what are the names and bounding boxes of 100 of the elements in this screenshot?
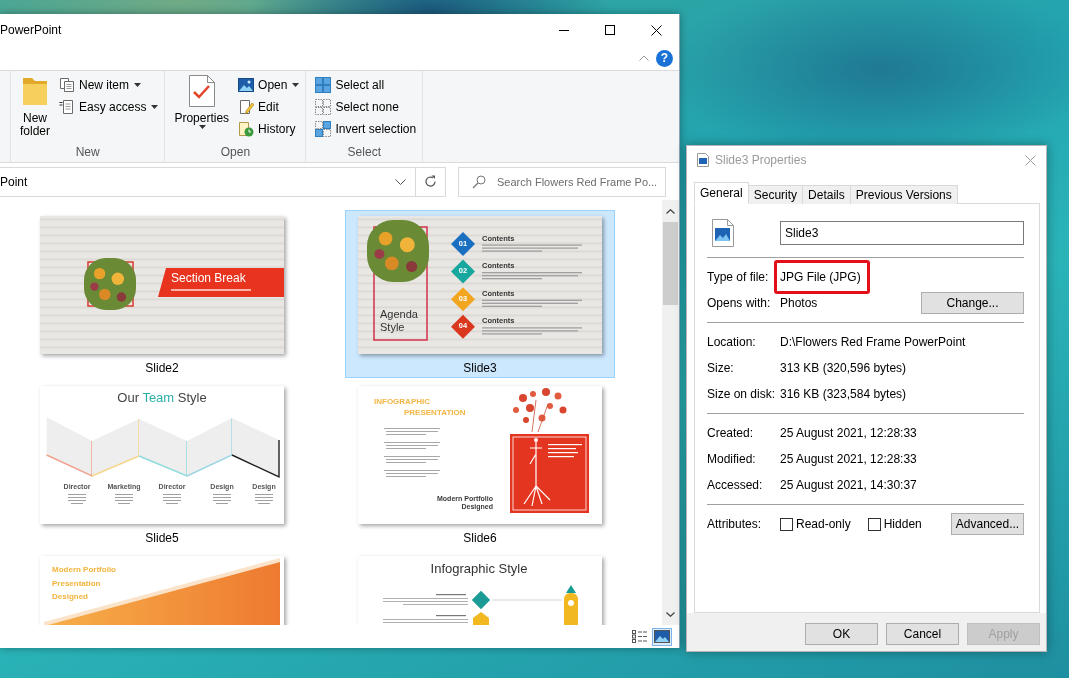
group-label: Open [219,144,252,161]
chevron-down-icon [666,611,675,617]
property-label: Created: [707,426,755,440]
ribbon-button[interactable]: Select all [313,74,419,96]
checkbox-option[interactable]: Hidden [867,517,922,531]
property-value: D:\Flowers Red Frame PowerPoint [780,335,966,349]
documents-icon [59,77,75,93]
picture-file-icon [697,153,709,167]
dashed-grid-icon [315,99,332,115]
dialog-tab[interactable]: Previous Versions [849,185,958,204]
picture-file-icon [712,219,734,247]
property-label: Location: [707,335,757,349]
ribbon-button[interactable]: New item [57,74,161,96]
name-field[interactable]: Slide3 [780,221,1024,245]
checkbox-option[interactable]: Read-only [780,517,851,531]
address-bar[interactable]: Point [0,166,416,197]
search-field[interactable]: Search Flowers Red Frame Po... [458,166,666,197]
partial-grid-icon [315,121,332,137]
dialog-tab[interactable]: Details [802,185,851,204]
change-button[interactable]: Change... [921,292,1024,314]
group-label: New [74,144,101,161]
view-button[interactable] [652,627,672,646]
dialog-tab[interactable]: Security [747,185,804,204]
body-text-lines [213,494,231,504]
dialog-title: Slide3 Properties [715,153,807,167]
body-text-lines [384,428,440,435]
file-tile[interactable]: Infographic Style [345,550,615,625]
ribbon-button[interactable]: History [236,118,302,140]
body-text-lines [255,494,273,504]
rocket-drawing [564,585,578,625]
ribbon-button[interactable]: Properties [172,74,232,140]
ribbon-button[interactable]: Edit [236,96,302,118]
file-name: Slide2 [145,361,179,375]
help-button[interactable]: ? [656,49,673,67]
close-icon [1024,154,1036,166]
pentagon-marker [473,612,489,625]
minimize-icon [559,29,569,31]
document-check-icon [187,74,216,108]
details-view-icon [632,630,648,643]
clock-document-icon [238,121,255,137]
flower-photo [367,220,429,282]
property-label: Attributes: [707,517,763,531]
file-name: Slide6 [463,531,497,545]
body-text-lines [163,494,181,504]
cancel-button[interactable]: Cancel [886,623,959,645]
flower-photo [84,258,136,310]
chevron-down-icon[interactable] [395,178,406,185]
slide-title: PRESENTATION [404,408,466,418]
maximize-icon [605,25,615,35]
body-text-lines [115,494,133,504]
profile-panel [231,418,280,479]
property-value: 313 KB (320,596 bytes) [780,361,907,375]
ribbon-button[interactable]: Invert selection [313,118,419,140]
body-text-lines [384,442,440,449]
profile-panel [45,417,93,478]
advanced-button[interactable]: Advanced... [951,513,1024,535]
document-icon [59,99,75,115]
property-label: Size: [707,361,735,375]
property-label: Size on disk: [707,387,777,401]
group-label: Select [346,144,382,161]
chevron-up-icon [666,208,675,214]
dialog-tab[interactable]: General [694,182,749,204]
profile-panel [186,417,233,477]
ribbon-button[interactable]: New folder [18,74,52,140]
address-path: Point [0,174,28,189]
ribbon-button[interactable]: Easy access [57,96,161,118]
body-text-lines [384,470,440,477]
property-label: Modified: [707,452,757,466]
close-icon [650,24,662,36]
ribbon-button[interactable]: Select none [313,96,419,118]
slide-title: INFOGRAPHIC [374,397,430,407]
property-value: 316 KB (323,584 bytes) [780,387,907,401]
ok-button[interactable]: OK [805,623,878,645]
property-label: Opens with: [707,296,772,310]
property-value: 25 August 2021, 14:30:37 [780,478,917,492]
body-text-lines [68,494,86,504]
scrollbar-thumb[interactable] [663,222,678,305]
property-value: JPG File (JPG) [780,270,861,284]
refresh-button[interactable] [415,166,446,197]
file-tile[interactable]: Section Break Slide2 [27,210,297,378]
slide-title: Agenda Style [380,308,419,334]
file-name: Slide5 [145,531,179,545]
ribbon-button[interactable]: Open [236,74,302,96]
property-value: 25 August 2021, 12:28:33 [780,426,917,440]
property-value: Photos [780,296,818,310]
file-name: Slide3 [463,361,497,375]
view-button[interactable] [630,627,650,646]
slide-title: Modern Portfolio Presentation Designed [52,564,116,604]
property-label: Accessed: [707,478,764,492]
slide-title: Infographic Style [430,562,528,577]
folder-icon [22,76,48,106]
refresh-icon [424,175,437,188]
pencil-document-icon [238,99,255,115]
profile-panel [91,418,140,477]
slide-title: Our Team Style [117,391,207,406]
chevron-up-icon [639,55,649,61]
window-title: PowerPoint [0,23,62,37]
search-icon [472,174,486,189]
slide-title: Section Break [171,272,246,286]
picture-icon [238,77,255,93]
